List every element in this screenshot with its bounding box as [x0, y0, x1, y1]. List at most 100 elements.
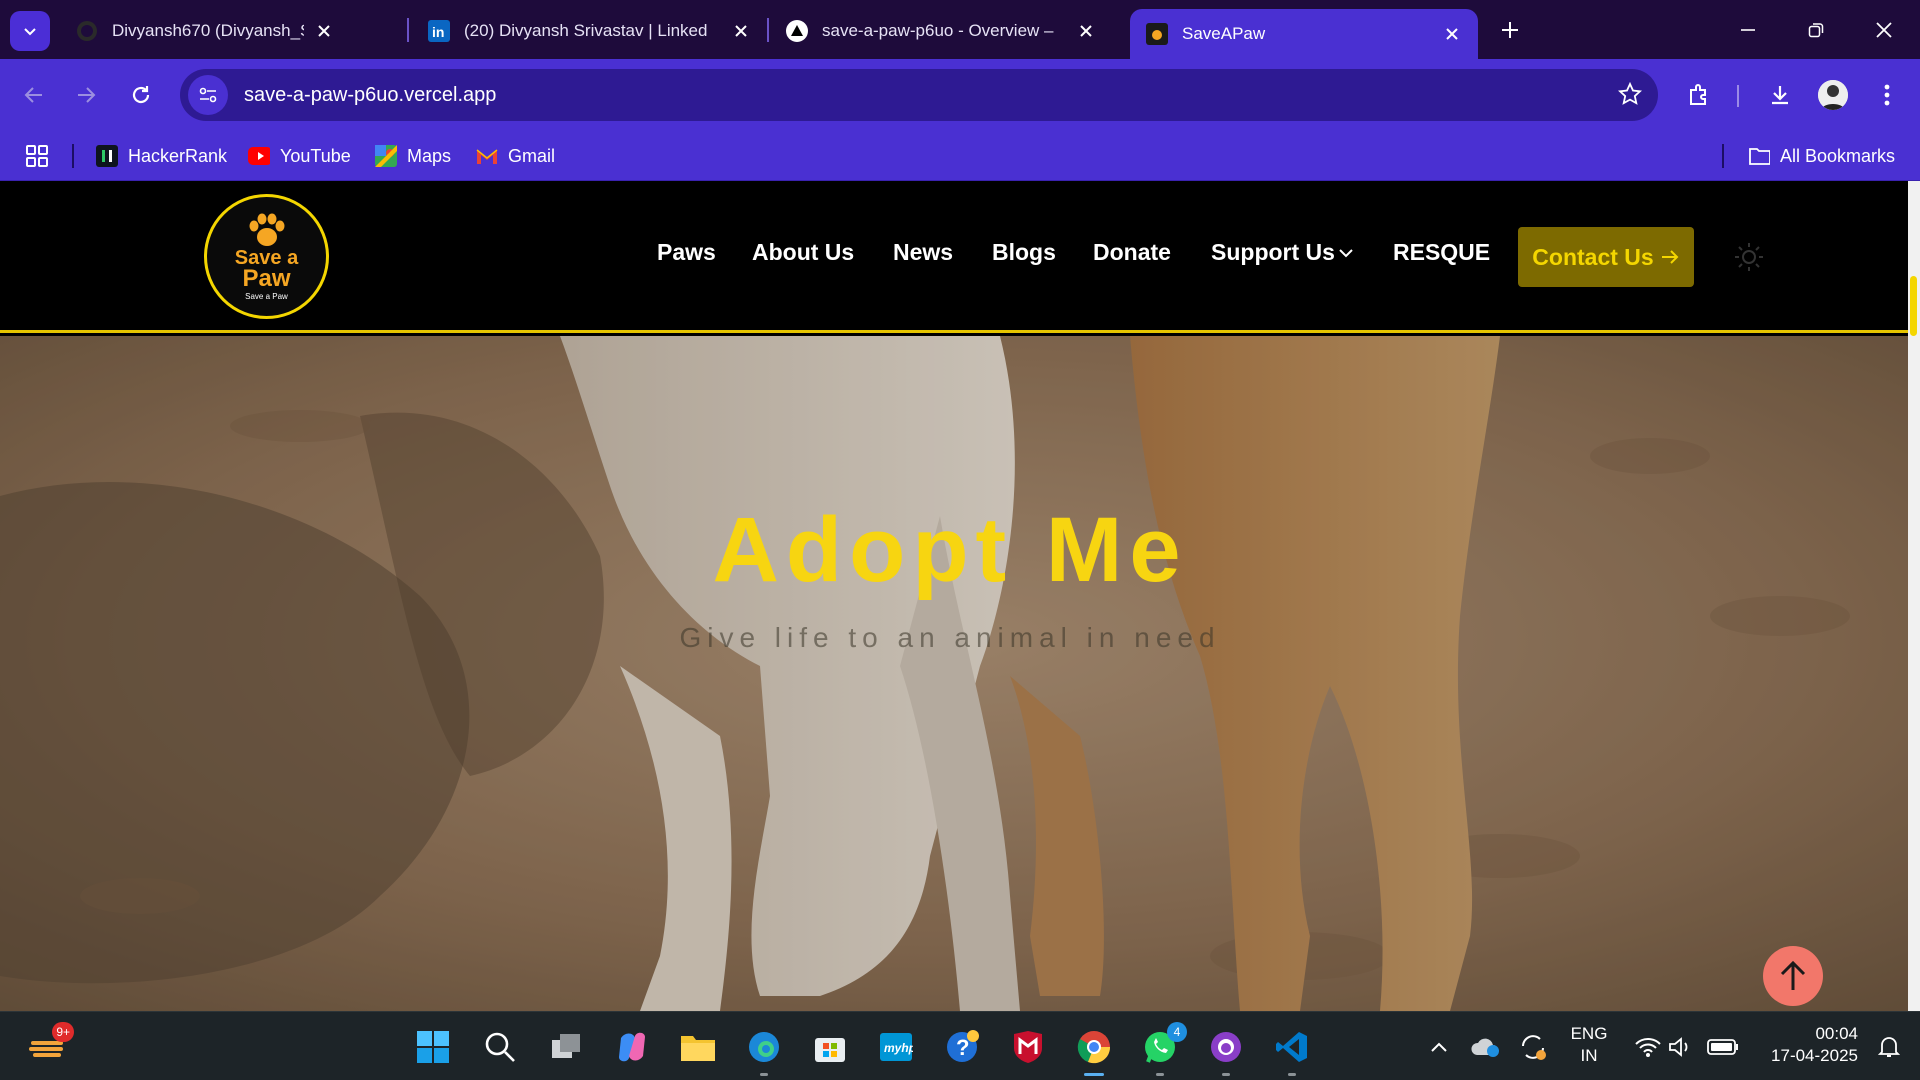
vscode-button[interactable] [1271, 1026, 1313, 1076]
notification-center-button[interactable] [1868, 1026, 1910, 1068]
scroll-to-top-button[interactable] [1763, 946, 1823, 1006]
show-hidden-icons-button[interactable] [1418, 1026, 1460, 1068]
close-tab-icon[interactable] [729, 19, 753, 43]
url-text: save-a-paw-p6uo.vercel.app [244, 83, 497, 106]
whatsapp-button[interactable]: 4 [1139, 1022, 1187, 1076]
reload-button[interactable] [123, 77, 159, 113]
chevron-up-icon [1431, 1042, 1447, 1052]
svg-text:?: ? [956, 1035, 969, 1060]
bookmark-star-icon[interactable] [1617, 81, 1643, 111]
minimize-button[interactable] [1728, 14, 1768, 46]
scrollbar-thumb[interactable] [1910, 276, 1917, 336]
notification-badge: 4 [1167, 1022, 1187, 1042]
myhp-button[interactable]: myhp [875, 1026, 917, 1068]
bookmark-maps[interactable]: Maps [375, 143, 451, 169]
tab-search-button[interactable] [10, 11, 50, 51]
arrow-right-icon [1661, 250, 1679, 264]
page-scrollbar[interactable] [1908, 181, 1920, 1011]
windows-taskbar: 9+ myhp ? 4 ENG IN 00:04 17-04-2025 [0, 1011, 1920, 1080]
start-button[interactable] [412, 1026, 454, 1068]
contact-us-button[interactable]: Contact Us [1518, 227, 1694, 287]
bookmark-label: YouTube [280, 145, 351, 166]
bookmark-label: HackerRank [128, 145, 228, 166]
folder-icon [681, 1036, 715, 1061]
widgets-button[interactable]: 9+ [26, 1022, 74, 1068]
nav-link-news[interactable]: News [893, 239, 953, 266]
store-button[interactable] [809, 1026, 851, 1068]
sync-status-button[interactable] [1512, 1026, 1554, 1068]
nav-link-resque[interactable]: RESQUE [1393, 239, 1490, 266]
close-tab-icon[interactable] [312, 19, 336, 43]
chrome-button[interactable] [1073, 1026, 1115, 1076]
bookmark-gmail[interactable]: Gmail [476, 143, 555, 169]
forward-button[interactable] [68, 77, 104, 113]
plus-icon [1502, 22, 1518, 38]
onedrive-button[interactable] [1464, 1026, 1506, 1068]
tab-github[interactable]: Divyansh670 (Divyansh_Srivasta [60, 9, 350, 53]
windows-logo-icon [417, 1031, 449, 1063]
task-view-button[interactable] [545, 1026, 587, 1068]
mcafee-button[interactable] [1007, 1026, 1049, 1068]
region-code: IN [1580, 1046, 1598, 1065]
close-tab-icon[interactable] [1440, 22, 1464, 46]
minimize-icon [1741, 29, 1755, 31]
nav-link-blogs[interactable]: Blogs [992, 239, 1056, 266]
site-logo[interactable]: Save a Paw Save a Paw [204, 194, 329, 319]
back-button[interactable] [16, 77, 52, 113]
copilot-button[interactable] [611, 1026, 653, 1068]
nav-link-about-us[interactable]: About Us [752, 239, 854, 266]
nav-link-label: Support Us [1211, 239, 1335, 265]
logo-text: Paw [242, 265, 291, 292]
file-explorer-button[interactable] [677, 1026, 719, 1068]
myhp-icon: myhp [880, 1033, 913, 1061]
maps-icon [375, 145, 397, 167]
taskbar-search-button[interactable] [479, 1026, 521, 1068]
theme-toggle-button[interactable] [1731, 239, 1767, 275]
volume-button[interactable] [1660, 1026, 1702, 1068]
address-bar[interactable]: save-a-paw-p6uo.vercel.app [180, 69, 1658, 121]
nav-link-support-us[interactable]: Support Us [1211, 239, 1353, 266]
downloads-button[interactable] [1762, 77, 1798, 113]
all-bookmarks-button[interactable]: All Bookmarks [1748, 143, 1895, 169]
bookmark-separator [72, 144, 74, 168]
get-help-button[interactable]: ? [941, 1026, 983, 1068]
edge-icon [749, 1032, 779, 1062]
close-window-button[interactable] [1864, 14, 1904, 46]
new-tab-button[interactable] [1494, 14, 1526, 46]
clock[interactable]: 00:04 17-04-2025 [1754, 1023, 1858, 1067]
apps-grid-icon [26, 145, 48, 167]
hero-background-photo [0, 336, 1908, 1011]
all-bookmarks-label: All Bookmarks [1780, 145, 1896, 166]
github-desktop-button[interactable] [1205, 1026, 1247, 1076]
menu-button[interactable] [1869, 77, 1905, 113]
nav-link-donate[interactable]: Donate [1093, 239, 1171, 266]
tab-saveapaw[interactable]: SaveAPaw [1130, 9, 1478, 59]
restore-button[interactable] [1796, 14, 1836, 46]
extensions-button[interactable] [1681, 77, 1717, 113]
tab-title: save-a-paw-p6uo - Overview – [822, 21, 1054, 40]
close-tab-icon[interactable] [1074, 19, 1098, 43]
running-indicator [1222, 1073, 1230, 1076]
more-vert-icon [1884, 84, 1890, 106]
battery-button[interactable] [1702, 1026, 1744, 1068]
microsoft-store-icon [815, 1038, 845, 1062]
tab-vercel[interactable]: save-a-paw-p6uo - Overview – [770, 9, 1112, 53]
language-indicator[interactable]: ENG IN [1563, 1023, 1615, 1067]
edge-button[interactable] [743, 1026, 785, 1076]
tab-title: SaveAPaw [1182, 24, 1266, 43]
paw-icon [249, 213, 284, 246]
contact-us-label: Contact Us [1532, 243, 1654, 270]
tab-linkedin[interactable]: in (20) Divyansh Srivastav | Linked [412, 9, 767, 53]
site-info-icon[interactable] [188, 75, 228, 115]
apps-button[interactable] [26, 143, 48, 169]
speaker-icon [1669, 1037, 1688, 1057]
nav-link-paws[interactable]: Paws [657, 239, 716, 266]
bookmark-youtube[interactable]: YouTube [248, 143, 351, 169]
copilot-icon [619, 1032, 645, 1062]
tab-strip: Divyansh670 (Divyansh_Srivasta in (20) D… [0, 0, 1920, 59]
bookmark-hackerrank[interactable]: HackerRank [96, 143, 227, 169]
tab-separator [767, 18, 769, 42]
sun-icon [1735, 243, 1763, 271]
hero-section: Adopt Me Give life to an animal in need [0, 336, 1908, 1011]
profile-avatar[interactable] [1818, 80, 1848, 110]
